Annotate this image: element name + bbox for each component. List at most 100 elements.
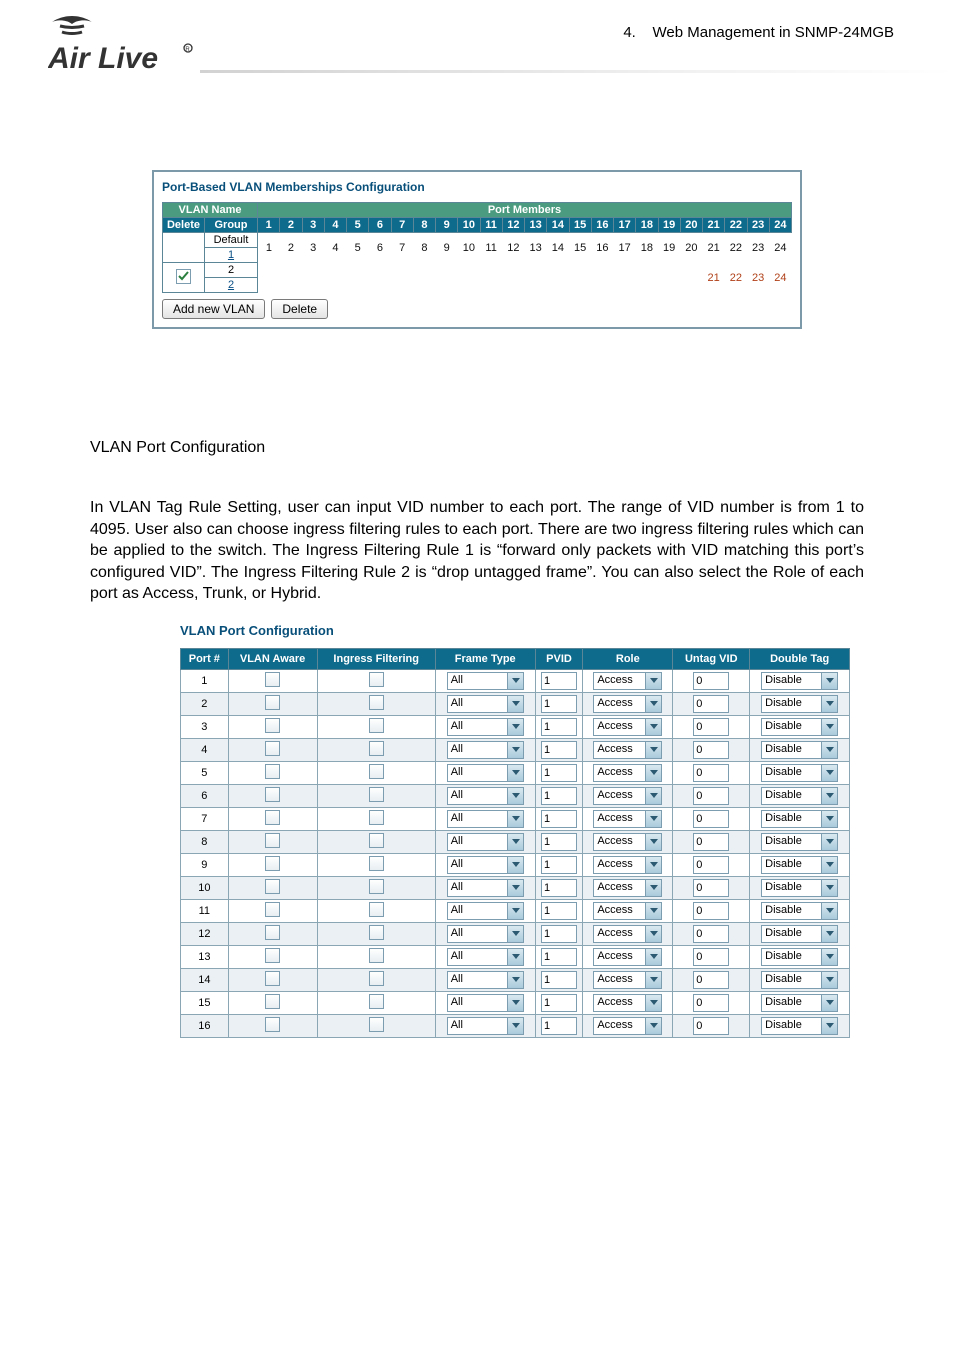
- frame-type-select[interactable]: All: [435, 922, 535, 945]
- role-select[interactable]: Access: [583, 669, 673, 692]
- untag-cell[interactable]: [673, 807, 750, 830]
- untag-cell[interactable]: [673, 876, 750, 899]
- pvid-cell[interactable]: [535, 784, 583, 807]
- role-select[interactable]: Access: [583, 738, 673, 761]
- frame-type-select[interactable]: All: [435, 784, 535, 807]
- vlan-aware-checkbox[interactable]: [228, 738, 317, 761]
- frame-type-select[interactable]: All: [435, 761, 535, 784]
- pvid-input[interactable]: [541, 741, 577, 759]
- frame-type-select[interactable]: All: [435, 830, 535, 853]
- untag-cell[interactable]: [673, 830, 750, 853]
- frame-type-select[interactable]: All: [435, 853, 535, 876]
- untag-input[interactable]: [693, 948, 729, 966]
- frame-type-select[interactable]: All: [435, 692, 535, 715]
- pvid-input[interactable]: [541, 695, 577, 713]
- pvid-cell[interactable]: [535, 1014, 583, 1037]
- pvid-input[interactable]: [541, 672, 577, 690]
- untag-input[interactable]: [693, 787, 729, 805]
- frame-type-select[interactable]: All: [435, 807, 535, 830]
- add-vlan-button[interactable]: Add new VLAN: [162, 299, 265, 319]
- pvid-input[interactable]: [541, 948, 577, 966]
- untag-input[interactable]: [693, 925, 729, 943]
- untag-cell[interactable]: [673, 761, 750, 784]
- frame-type-select[interactable]: All: [435, 669, 535, 692]
- role-select[interactable]: Access: [583, 1014, 673, 1037]
- ingress-filtering-checkbox[interactable]: [317, 899, 435, 922]
- double-tag-select[interactable]: Disable: [750, 830, 850, 853]
- untag-input[interactable]: [693, 856, 729, 874]
- double-tag-select[interactable]: Disable: [750, 1014, 850, 1037]
- vlan-aware-checkbox[interactable]: [228, 807, 317, 830]
- pvid-cell[interactable]: [535, 945, 583, 968]
- pvid-input[interactable]: [541, 879, 577, 897]
- untag-input[interactable]: [693, 971, 729, 989]
- ingress-filtering-checkbox[interactable]: [317, 830, 435, 853]
- untag-cell[interactable]: [673, 968, 750, 991]
- frame-type-select[interactable]: All: [435, 945, 535, 968]
- untag-input[interactable]: [693, 879, 729, 897]
- role-select[interactable]: Access: [583, 853, 673, 876]
- vlan-aware-checkbox[interactable]: [228, 715, 317, 738]
- untag-cell[interactable]: [673, 669, 750, 692]
- pvid-input[interactable]: [541, 925, 577, 943]
- vlan-aware-checkbox[interactable]: [228, 761, 317, 784]
- ingress-filtering-checkbox[interactable]: [317, 991, 435, 1014]
- pvid-input[interactable]: [541, 994, 577, 1012]
- frame-type-select[interactable]: All: [435, 991, 535, 1014]
- double-tag-select[interactable]: Disable: [750, 692, 850, 715]
- untag-input[interactable]: [693, 672, 729, 690]
- ingress-filtering-checkbox[interactable]: [317, 922, 435, 945]
- untag-input[interactable]: [693, 833, 729, 851]
- double-tag-select[interactable]: Disable: [750, 853, 850, 876]
- delete-button[interactable]: Delete: [271, 299, 328, 319]
- untag-input[interactable]: [693, 810, 729, 828]
- role-select[interactable]: Access: [583, 945, 673, 968]
- frame-type-select[interactable]: All: [435, 738, 535, 761]
- pvid-input[interactable]: [541, 764, 577, 782]
- double-tag-select[interactable]: Disable: [750, 784, 850, 807]
- untag-cell[interactable]: [673, 715, 750, 738]
- ingress-filtering-checkbox[interactable]: [317, 876, 435, 899]
- pvid-input[interactable]: [541, 856, 577, 874]
- pvid-cell[interactable]: [535, 899, 583, 922]
- double-tag-select[interactable]: Disable: [750, 899, 850, 922]
- vlan-aware-checkbox[interactable]: [228, 830, 317, 853]
- role-select[interactable]: Access: [583, 807, 673, 830]
- role-select[interactable]: Access: [583, 968, 673, 991]
- ingress-filtering-checkbox[interactable]: [317, 945, 435, 968]
- vlan-link-2[interactable]: 2: [205, 278, 258, 293]
- ingress-filtering-checkbox[interactable]: [317, 1014, 435, 1037]
- role-select[interactable]: Access: [583, 922, 673, 945]
- role-select[interactable]: Access: [583, 761, 673, 784]
- double-tag-select[interactable]: Disable: [750, 968, 850, 991]
- pvid-input[interactable]: [541, 971, 577, 989]
- vlan-aware-checkbox[interactable]: [228, 669, 317, 692]
- ingress-filtering-checkbox[interactable]: [317, 715, 435, 738]
- pvid-input[interactable]: [541, 902, 577, 920]
- pvid-cell[interactable]: [535, 692, 583, 715]
- double-tag-select[interactable]: Disable: [750, 669, 850, 692]
- ingress-filtering-checkbox[interactable]: [317, 738, 435, 761]
- double-tag-select[interactable]: Disable: [750, 738, 850, 761]
- vlan-aware-checkbox[interactable]: [228, 1014, 317, 1037]
- untag-cell[interactable]: [673, 738, 750, 761]
- frame-type-select[interactable]: All: [435, 968, 535, 991]
- pvid-cell[interactable]: [535, 738, 583, 761]
- pvid-cell[interactable]: [535, 922, 583, 945]
- ingress-filtering-checkbox[interactable]: [317, 968, 435, 991]
- untag-cell[interactable]: [673, 784, 750, 807]
- pvid-cell[interactable]: [535, 761, 583, 784]
- untag-input[interactable]: [693, 994, 729, 1012]
- untag-input[interactable]: [693, 718, 729, 736]
- role-select[interactable]: Access: [583, 715, 673, 738]
- vlan-aware-checkbox[interactable]: [228, 876, 317, 899]
- vlan-aware-checkbox[interactable]: [228, 853, 317, 876]
- ingress-filtering-checkbox[interactable]: [317, 784, 435, 807]
- vlan-aware-checkbox[interactable]: [228, 945, 317, 968]
- untag-input[interactable]: [693, 1017, 729, 1035]
- double-tag-select[interactable]: Disable: [750, 807, 850, 830]
- role-select[interactable]: Access: [583, 899, 673, 922]
- vlan-aware-checkbox[interactable]: [228, 692, 317, 715]
- frame-type-select[interactable]: All: [435, 876, 535, 899]
- double-tag-select[interactable]: Disable: [750, 945, 850, 968]
